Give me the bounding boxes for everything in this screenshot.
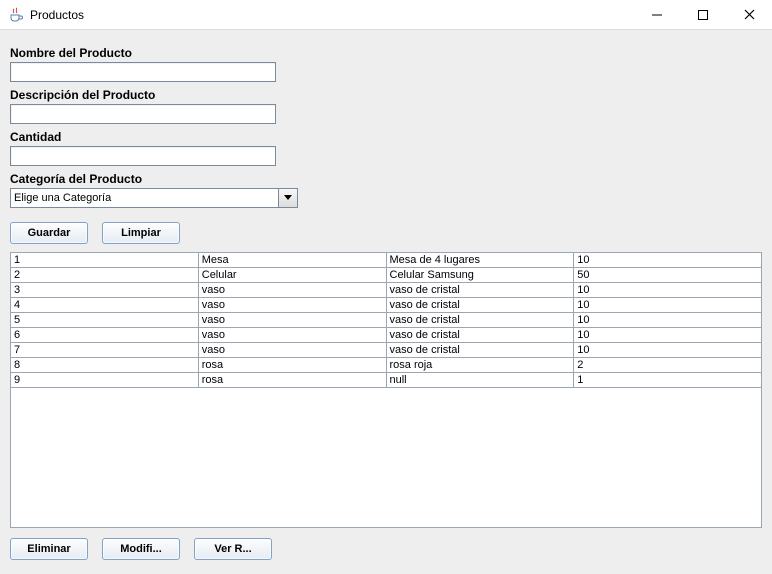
content-panel: Nombre del Producto Descripción del Prod… [0,30,772,574]
table-row[interactable]: 3vasovaso de cristal10 [11,283,762,298]
table-cell[interactable]: 9 [11,373,199,388]
table-cell[interactable]: null [386,373,574,388]
chevron-down-icon[interactable] [278,188,298,208]
table-cell[interactable]: Mesa [198,253,386,268]
table-row[interactable]: 8rosarosa roja2 [11,358,762,373]
table-cell[interactable]: 8 [11,358,199,373]
descripcion-input[interactable] [10,104,276,124]
close-button[interactable] [726,0,772,30]
nombre-input[interactable] [10,62,276,82]
table-cell[interactable]: vaso [198,313,386,328]
table-cell[interactable]: 10 [574,313,762,328]
modificar-button[interactable]: Modifi... [102,538,180,560]
table-cell[interactable]: 2 [11,268,199,283]
eliminar-button[interactable]: Eliminar [10,538,88,560]
table-cell[interactable]: vaso [198,328,386,343]
table-row[interactable]: 9rosanull1 [11,373,762,388]
table-cell[interactable]: 7 [11,343,199,358]
table-row[interactable]: 1MesaMesa de 4 lugares10 [11,253,762,268]
categoria-selected: Elige una Categoría [10,188,278,208]
table-cell[interactable]: 10 [574,343,762,358]
table-cell[interactable]: Celular [198,268,386,283]
table-row[interactable]: 7vasovaso de cristal10 [11,343,762,358]
java-cup-icon [8,7,24,23]
table-cell[interactable]: 4 [11,298,199,313]
cantidad-label: Cantidad [10,130,762,144]
table-row[interactable]: 6vasovaso de cristal10 [11,328,762,343]
table-cell[interactable]: 10 [574,283,762,298]
table-cell[interactable]: 5 [11,313,199,328]
productos-table[interactable]: 1MesaMesa de 4 lugares102CelularCelular … [10,252,762,388]
categoria-combobox[interactable]: Elige una Categoría [10,188,298,208]
table-cell[interactable]: vaso de cristal [386,328,574,343]
form-button-row: Guardar Limpiar [10,222,762,244]
window-title: Productos [30,8,84,22]
table-cell[interactable]: vaso [198,343,386,358]
limpiar-button[interactable]: Limpiar [102,222,180,244]
table-cell[interactable]: rosa roja [386,358,574,373]
table-cell[interactable]: Celular Samsung [386,268,574,283]
action-button-row: Eliminar Modifi... Ver R... [10,538,272,560]
cantidad-input[interactable] [10,146,276,166]
descripcion-label: Descripción del Producto [10,88,762,102]
table-cell[interactable]: 50 [574,268,762,283]
table-row[interactable]: 5vasovaso de cristal10 [11,313,762,328]
table-row[interactable]: 2CelularCelular Samsung50 [11,268,762,283]
table-cell[interactable]: vaso de cristal [386,313,574,328]
productos-table-wrap: 1MesaMesa de 4 lugares102CelularCelular … [10,252,762,528]
table-cell[interactable]: 3 [11,283,199,298]
table-cell[interactable]: 10 [574,328,762,343]
table-cell[interactable]: 1 [574,373,762,388]
table-cell[interactable]: rosa [198,358,386,373]
minimize-button[interactable] [634,0,680,30]
ver-button[interactable]: Ver R... [194,538,272,560]
window-titlebar: Productos [0,0,772,30]
table-cell[interactable]: vaso de cristal [386,298,574,313]
table-cell[interactable]: vaso [198,283,386,298]
table-empty-area [10,388,762,528]
table-cell[interactable]: Mesa de 4 lugares [386,253,574,268]
table-row[interactable]: 4vasovaso de cristal10 [11,298,762,313]
table-cell[interactable]: 10 [574,298,762,313]
table-cell[interactable]: rosa [198,373,386,388]
nombre-label: Nombre del Producto [10,46,762,60]
table-cell[interactable]: 2 [574,358,762,373]
table-cell[interactable]: 10 [574,253,762,268]
table-cell[interactable]: vaso [198,298,386,313]
categoria-label: Categoría del Producto [10,172,762,186]
guardar-button[interactable]: Guardar [10,222,88,244]
table-cell[interactable]: 6 [11,328,199,343]
table-cell[interactable]: 1 [11,253,199,268]
table-cell[interactable]: vaso de cristal [386,343,574,358]
maximize-button[interactable] [680,0,726,30]
table-cell[interactable]: vaso de cristal [386,283,574,298]
